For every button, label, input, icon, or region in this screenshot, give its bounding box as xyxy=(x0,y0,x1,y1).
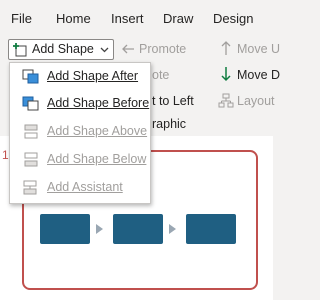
process-shape-3[interactable] xyxy=(186,214,236,244)
layout-icon xyxy=(218,93,234,108)
add-shape-before-icon xyxy=(22,96,39,111)
menu-item-label: Add Shape After xyxy=(47,69,139,83)
promote-button[interactable]: Promote xyxy=(139,42,186,56)
add-shape-button[interactable]: Add Shape xyxy=(8,39,114,60)
menu-item-label: Add Shape Before xyxy=(47,96,150,110)
process-arrow-2 xyxy=(169,224,176,234)
slide-number: 1 xyxy=(2,148,9,162)
demote-button[interactable]: ote xyxy=(152,68,169,82)
chevron-down-icon[interactable] xyxy=(100,47,109,53)
add-shape-above-icon xyxy=(24,124,38,139)
menu-insert[interactable]: Insert xyxy=(111,11,144,26)
menu-bar: File Home Insert Draw Design xyxy=(0,0,273,36)
add-shape-label: Add Shape xyxy=(32,42,94,56)
menu-item-add-shape-below[interactable]: Add Shape Below xyxy=(10,148,150,172)
right-to-left-button[interactable]: t to Left xyxy=(152,94,194,108)
add-assistant-icon xyxy=(23,180,37,195)
menu-item-add-assistant[interactable]: Add Assistant xyxy=(10,176,150,200)
layout-button[interactable]: Layout xyxy=(237,94,275,108)
menu-item-label: Add Assistant xyxy=(47,180,123,194)
menu-item-add-shape-before[interactable]: Add Shape Before xyxy=(10,92,150,116)
process-arrow-1 xyxy=(96,224,103,234)
move-down-button[interactable]: Move D xyxy=(237,68,280,82)
arrow-up-icon xyxy=(221,41,231,55)
arrow-left-icon xyxy=(122,44,134,54)
text-pane-label[interactable]: raphic xyxy=(152,117,186,131)
move-up-button[interactable]: Move U xyxy=(237,42,280,56)
menu-item-add-shape-above[interactable]: Add Shape Above xyxy=(10,120,150,144)
add-shape-icon xyxy=(13,43,27,57)
add-shape-dropdown: Add Shape After Add Shape Before Add Sha… xyxy=(9,62,151,204)
menu-item-label: Add Shape Below xyxy=(47,152,147,166)
menu-design[interactable]: Design xyxy=(213,11,253,26)
add-shape-below-icon xyxy=(24,152,38,167)
menu-file[interactable]: File xyxy=(11,11,32,26)
menu-item-add-shape-after[interactable]: Add Shape After xyxy=(10,65,150,89)
menu-home[interactable]: Home xyxy=(56,11,91,26)
arrow-down-icon xyxy=(221,67,231,82)
process-shape-2[interactable] xyxy=(113,214,163,244)
menu-draw[interactable]: Draw xyxy=(163,11,193,26)
add-shape-after-icon xyxy=(22,69,39,84)
process-shape-1[interactable] xyxy=(40,214,90,244)
menu-item-label: Add Shape Above xyxy=(47,124,148,138)
